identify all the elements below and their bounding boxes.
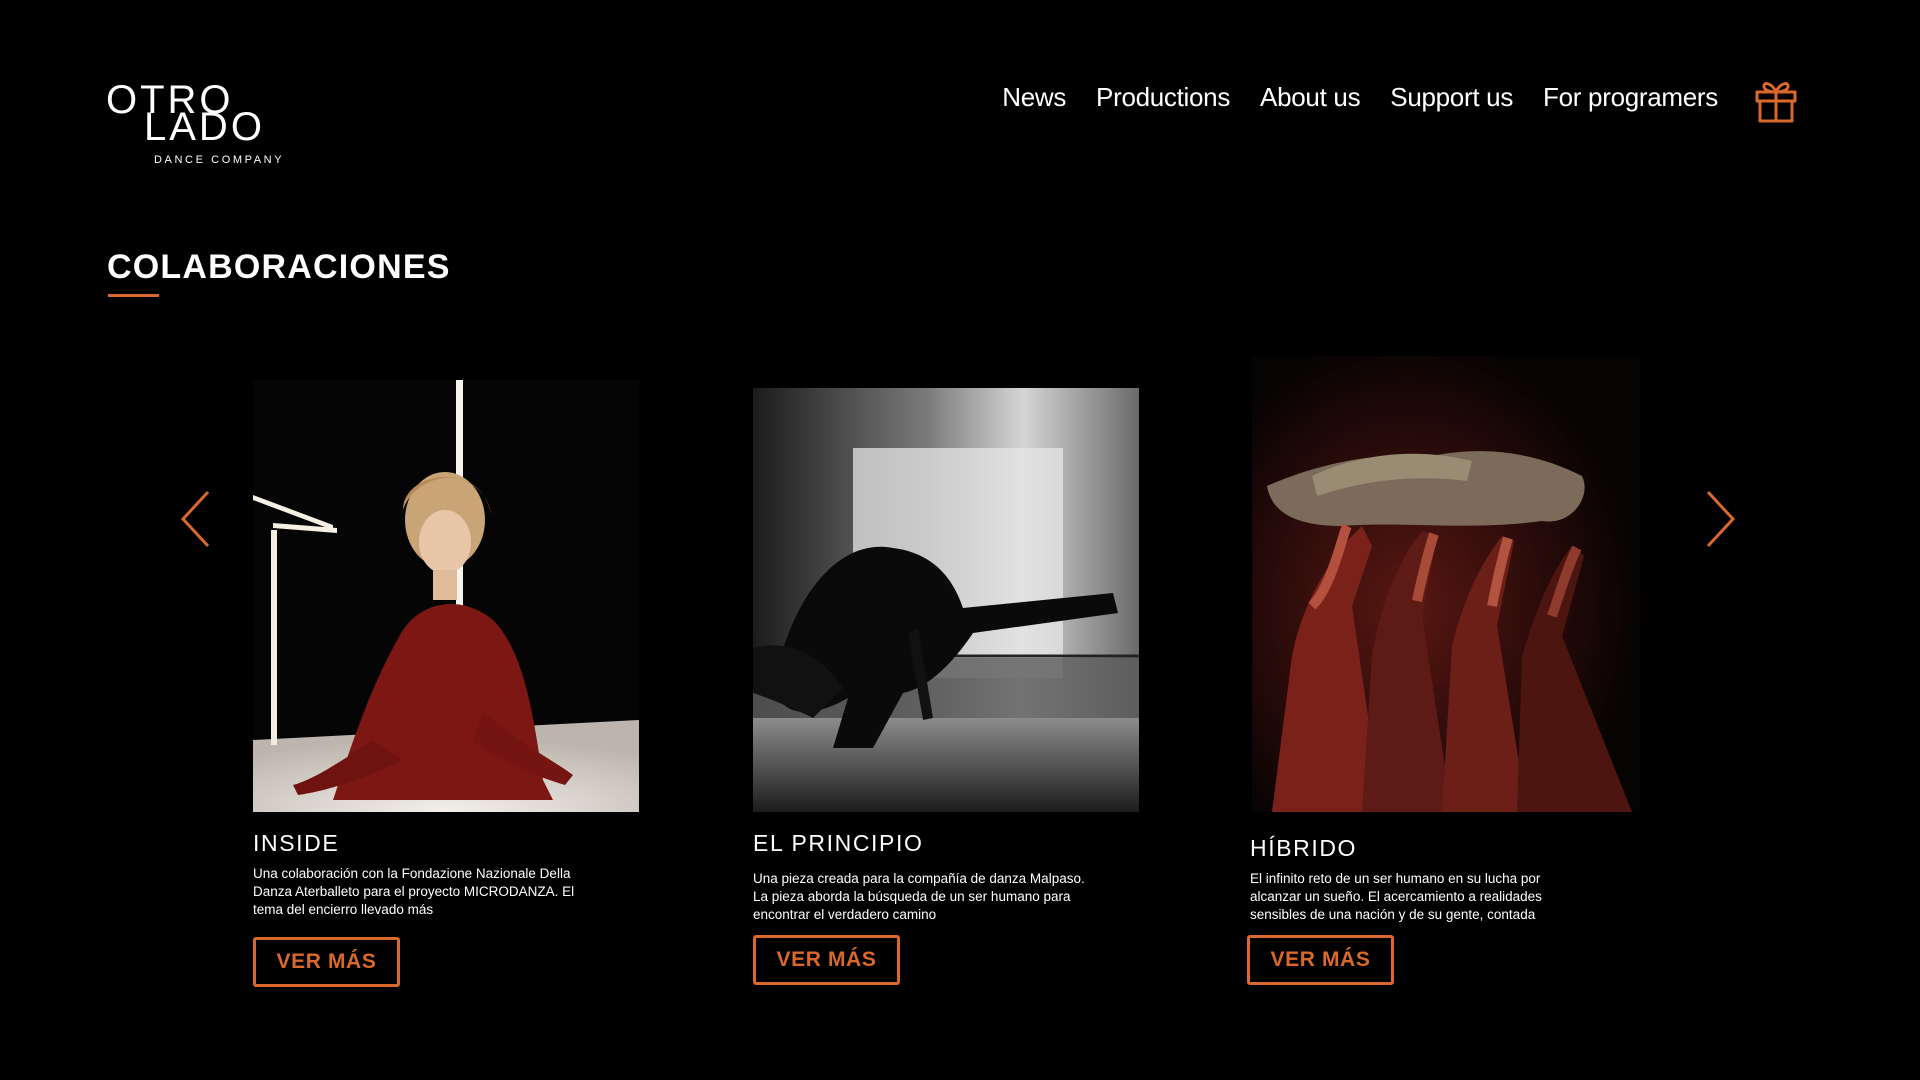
logo-wordmark: OTRO LADO (106, 80, 265, 149)
card-title-hibrido: HÍBRIDO (1250, 835, 1358, 861)
ver-mas-button-inside[interactable]: VER MÁS (253, 937, 400, 987)
nav-productions[interactable]: Productions (1096, 82, 1230, 113)
svg-text:LADO: LADO (144, 105, 265, 149)
gift-icon[interactable] (1754, 78, 1798, 124)
card-title-inside: INSIDE (253, 830, 340, 856)
nav-news[interactable]: News (1002, 82, 1066, 113)
nav-about-us[interactable]: About us (1260, 82, 1361, 113)
card-desc-hibrido: El infinito reto de un ser humano en su … (1250, 871, 1542, 922)
company-logo[interactable]: OTRO LADO DANCE COMPANY (106, 80, 296, 170)
nav-support-us[interactable]: Support us (1390, 82, 1513, 113)
card-desc-inside: Una colaboración con la Fondazione Nazio… (253, 866, 575, 917)
card-image-el-principio[interactable] (753, 388, 1139, 812)
card-desc-el-principio: Una pieza creada para la compañía de dan… (753, 871, 1085, 922)
chevron-left-icon[interactable] (178, 488, 214, 550)
ver-mas-button-el-principio[interactable]: VER MÁS (753, 935, 900, 985)
card-image-inside[interactable] (253, 380, 639, 812)
chevron-right-icon[interactable] (1702, 488, 1738, 550)
ver-mas-button-hibrido[interactable]: VER MÁS (1247, 935, 1394, 985)
section-title: COLABORACIONES (107, 248, 451, 286)
logo-tagline: DANCE COMPANY (154, 154, 285, 166)
page: OTRO LADO DANCE COMPANY News Productions… (0, 0, 1920, 1080)
title-underline (108, 294, 159, 297)
card-title-el-principio: EL PRINCIPIO (753, 830, 924, 856)
main-nav: News Productions About us Support us For… (1002, 82, 1718, 113)
card-image-hibrido[interactable] (1252, 356, 1640, 812)
nav-for-programers[interactable]: For programers (1543, 82, 1718, 113)
